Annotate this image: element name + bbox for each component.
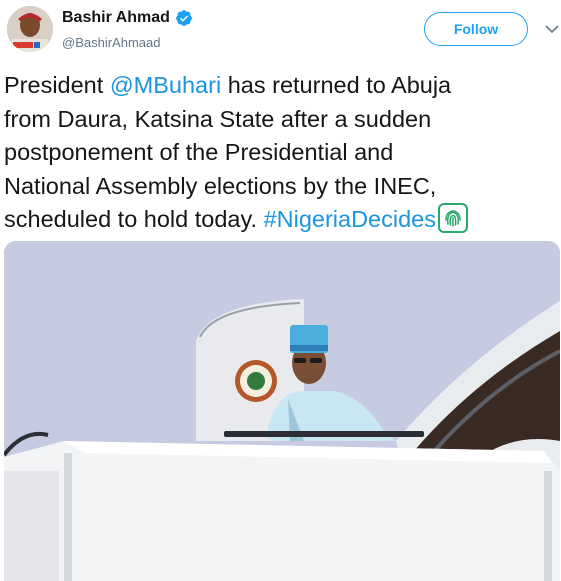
photo-scene-icon	[4, 241, 560, 581]
chevron-down-icon[interactable]	[545, 24, 559, 34]
follow-button[interactable]: Follow	[424, 12, 528, 46]
verified-badge-icon	[175, 10, 192, 26]
tweet-text-part-1: President	[4, 72, 110, 98]
display-name[interactable]: Bashir Ahmad	[62, 9, 170, 27]
tweet-header: Bashir Ahmad @BashirAhmaad Follow	[0, 0, 561, 64]
tweet-photo[interactable]	[4, 241, 560, 581]
user-handle[interactable]: @BashirAhmaad	[62, 35, 160, 50]
hashtag-link[interactable]: #NigeriaDecides	[264, 206, 436, 232]
mention-link[interactable]: @MBuhari	[110, 72, 221, 98]
tweet-text: President @MBuhari has returned to Abuja…	[4, 69, 560, 237]
profile-photo-icon	[7, 6, 53, 52]
avatar[interactable]	[7, 6, 53, 52]
name-row: Bashir Ahmad	[62, 9, 193, 27]
fingerprint-icon	[437, 203, 468, 233]
